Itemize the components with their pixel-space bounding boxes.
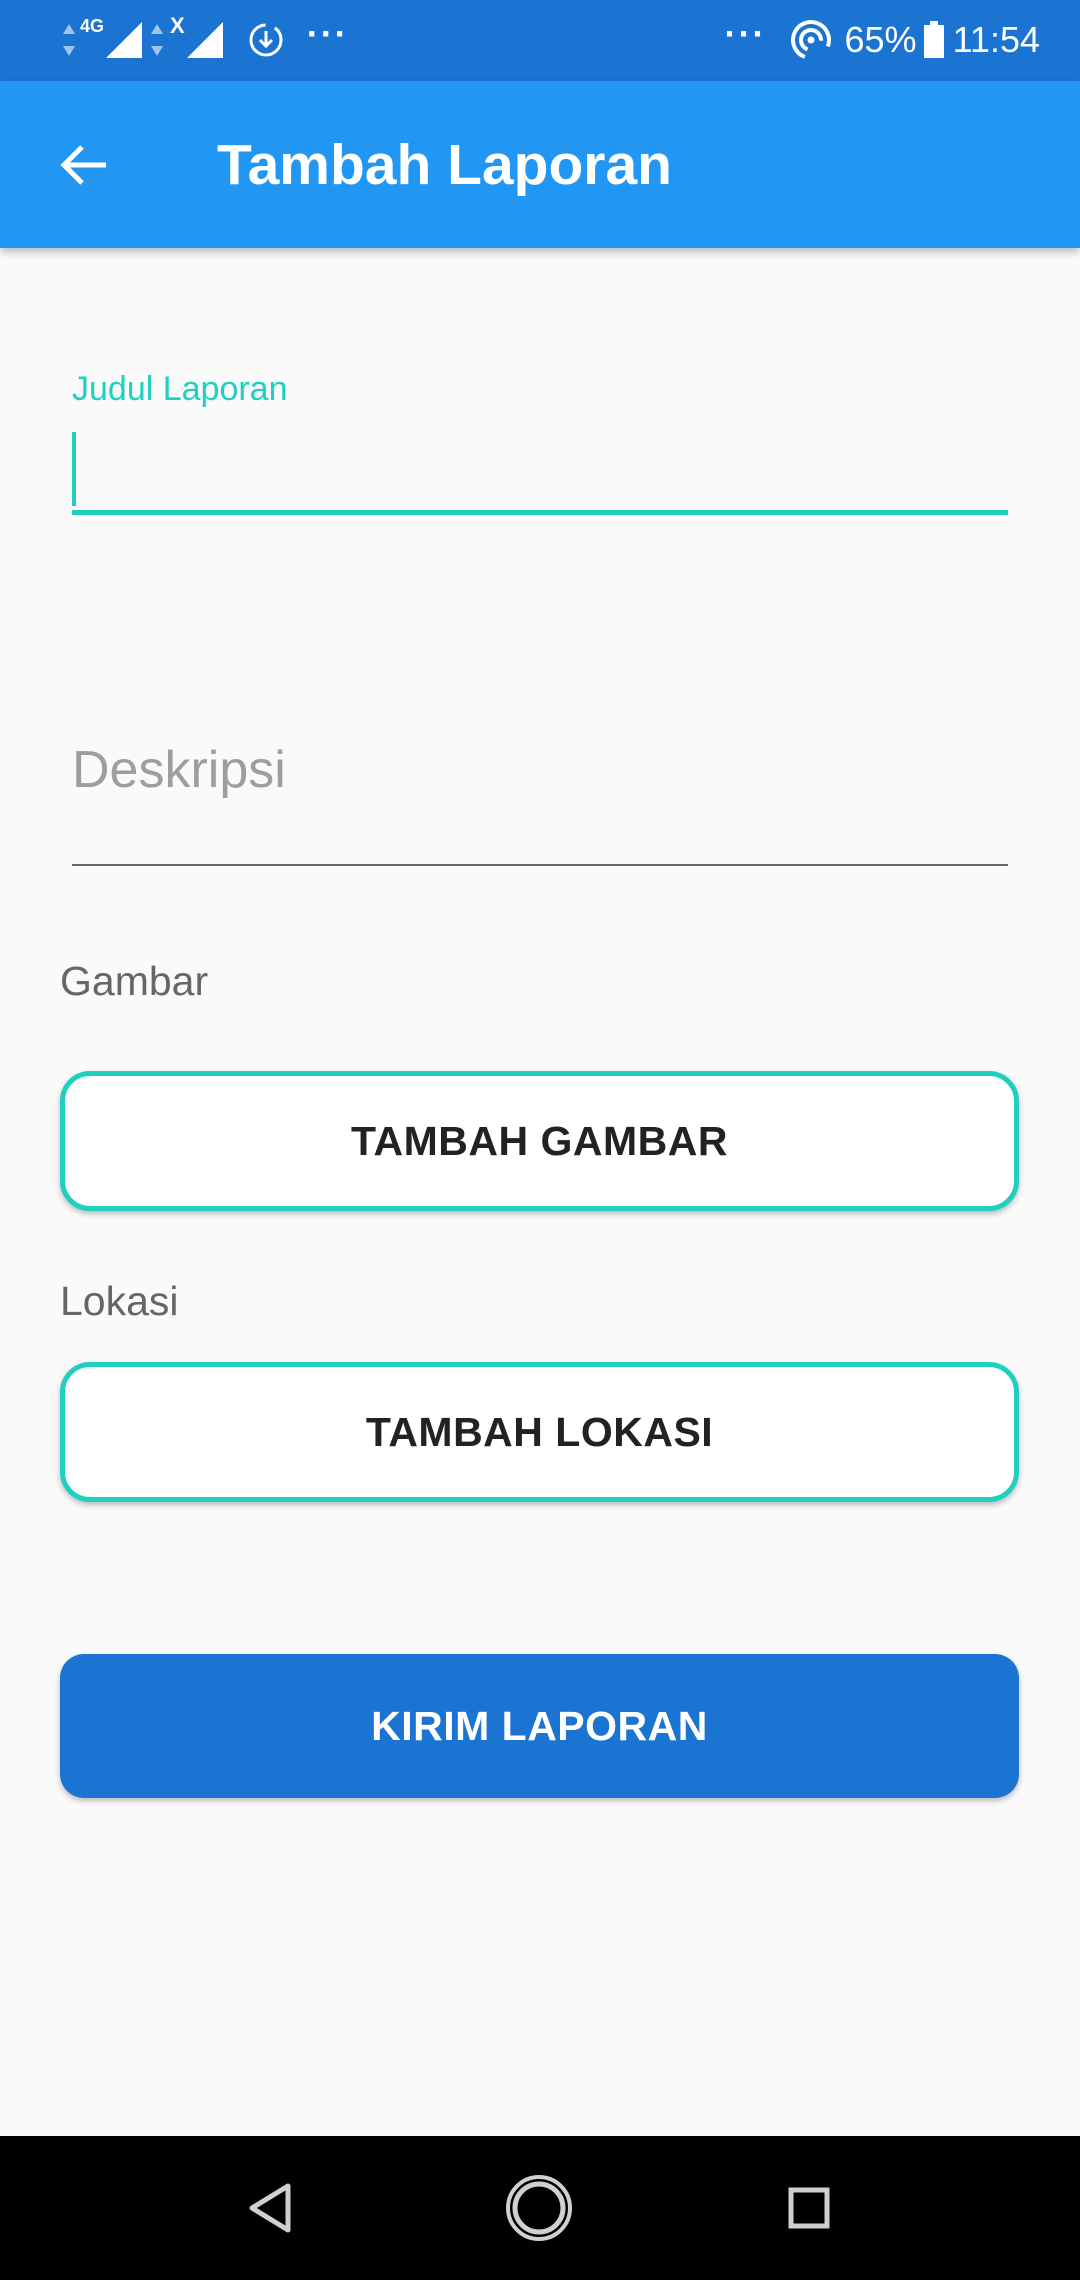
signal-icon-2: [186, 22, 223, 58]
kirim-laporan-button[interactable]: KIRIM LAPORAN: [60, 1654, 1019, 1798]
status-right-group: ··· 65% 11:54: [724, 13, 1040, 66]
text-cursor: [72, 432, 76, 506]
lokasi-section-label: Lokasi: [60, 1278, 179, 1324]
judul-laporan-input[interactable]: [72, 430, 1008, 514]
home-circle-icon: [506, 2175, 572, 2241]
deskripsi-field: [72, 710, 1008, 870]
signal-icon: [106, 22, 143, 58]
data-arrows-icon: [63, 24, 75, 56]
more-notifications-dots: ···: [306, 13, 349, 54]
battery-percent: 65%: [844, 19, 917, 60]
data-arrows-icon-2: [151, 24, 164, 56]
deskripsi-input[interactable]: [72, 730, 1008, 810]
page-title: Tambah Laporan: [217, 133, 672, 197]
deskripsi-underline: [72, 864, 1008, 866]
status-left-group: 4G X ···: [60, 13, 349, 66]
nav-home-button[interactable]: [499, 2168, 579, 2248]
tambah-gambar-button[interactable]: TAMBAH GAMBAR: [60, 1071, 1019, 1211]
more-status-dots: ···: [724, 13, 767, 54]
judul-laporan-label: Judul Laporan: [72, 370, 288, 408]
sim2-x-label: X: [170, 13, 185, 38]
judul-laporan-underline: [72, 510, 1008, 515]
status-bar: 4G X ··· ··· 65% 11:54: [0, 0, 1080, 81]
judul-laporan-field: Judul Laporan: [72, 360, 1008, 520]
gambar-section-label: Gambar: [60, 958, 209, 1004]
recents-square-icon: [788, 2187, 830, 2229]
clock-time: 11:54: [952, 19, 1040, 60]
system-nav-bar: [0, 2136, 1080, 2280]
tambah-lokasi-button[interactable]: TAMBAH LOKASI: [60, 1362, 1019, 1502]
back-triangle-icon: [249, 2183, 291, 2233]
hotspot-icon: [790, 20, 831, 60]
app-bar: Tambah Laporan: [0, 81, 1080, 248]
back-button[interactable]: [44, 125, 124, 205]
battery-icon: [923, 21, 944, 58]
nav-back-button[interactable]: [230, 2168, 310, 2248]
network-type-label: 4G: [80, 15, 105, 36]
nav-recents-button[interactable]: [769, 2168, 849, 2248]
download-icon: [249, 23, 283, 57]
arrow-left-icon: [60, 145, 106, 185]
